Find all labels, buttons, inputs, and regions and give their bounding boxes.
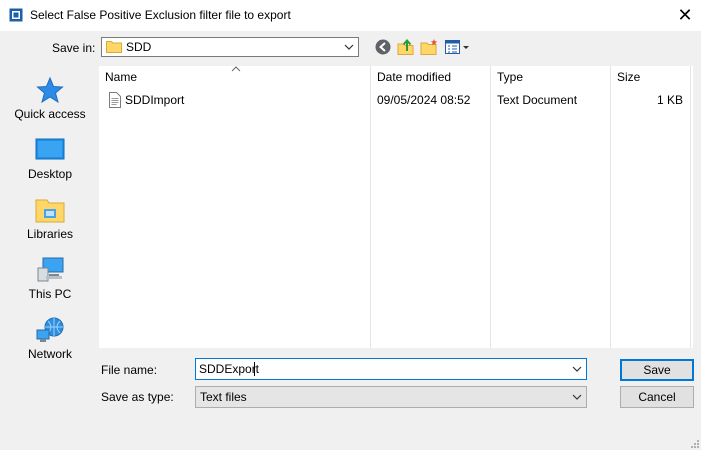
table-row[interactable]: SDDImport 09/05/2024 08:52 Text Document… [99,90,689,110]
window-title: Select False Positive Exclusion filter f… [30,8,291,22]
network-icon [36,317,64,342]
file-name-cell: SDDImport [125,93,185,107]
text-document-icon [109,92,121,108]
place-network[interactable]: Network [6,314,94,372]
chevron-down-icon[interactable] [571,362,583,376]
desktop-icon [35,138,65,160]
column-header-size[interactable]: Size [617,70,640,88]
column-header-date-modified[interactable]: Date modified [377,70,451,88]
file-list[interactable]: Name Date modified Type Size SDDImport 0… [99,66,693,348]
place-label: Network [27,347,72,361]
libraries-icon [35,199,65,223]
save-as-type-dropdown[interactable]: Text files [195,386,587,408]
file-name-label: File name: [101,363,158,377]
save-in-label: Save in: [52,41,96,55]
file-name-input[interactable]: SDDExport [195,358,587,380]
save-as-type-label: Save as type: [101,390,174,404]
place-libraries[interactable]: Libraries [6,194,94,252]
place-desktop[interactable]: Desktop [6,134,94,192]
text-caret [254,362,255,376]
this-pc-icon [37,257,64,282]
new-folder-icon[interactable] [420,38,438,56]
chevron-down-icon [344,44,354,50]
app-window-icon [9,8,23,22]
places-bar: Quick access Desktop Libraries This PC N… [6,66,94,404]
cancel-button[interactable]: Cancel [620,386,694,408]
save-button[interactable]: Save [620,359,694,381]
date-modified-cell: 09/05/2024 08:52 [377,93,471,107]
save-in-value: SDD [126,40,152,54]
place-label: Libraries [26,227,74,241]
quick-access-star-icon [36,76,64,104]
type-cell: Text Document [497,93,578,107]
place-this-pc[interactable]: This PC [6,254,94,312]
column-header-type[interactable]: Type [497,70,523,88]
folder-icon [106,41,122,53]
close-button[interactable]: ✕ [672,3,698,27]
sort-ascending-icon [231,62,241,72]
title-bar: Select False Positive Exclusion filter f… [0,0,701,31]
column-divider [690,66,691,348]
back-icon[interactable] [374,38,392,56]
place-label: Desktop [27,167,73,181]
resize-grip-icon[interactable] [688,437,700,449]
up-folder-icon[interactable] [397,38,415,56]
close-icon: ✕ [677,5,693,25]
save-as-type-value: Text files [200,390,247,404]
column-header-name[interactable]: Name [105,70,137,88]
chevron-down-icon [572,394,582,400]
view-menu-icon[interactable] [444,38,470,56]
file-name-value: SDDExport [199,362,260,376]
place-label: Quick access [14,107,86,121]
save-in-dropdown[interactable]: SDD [101,37,359,57]
place-quick-access[interactable]: Quick access [6,74,94,132]
place-label: This PC [28,287,72,301]
size-cell: 1 KB [656,93,683,107]
